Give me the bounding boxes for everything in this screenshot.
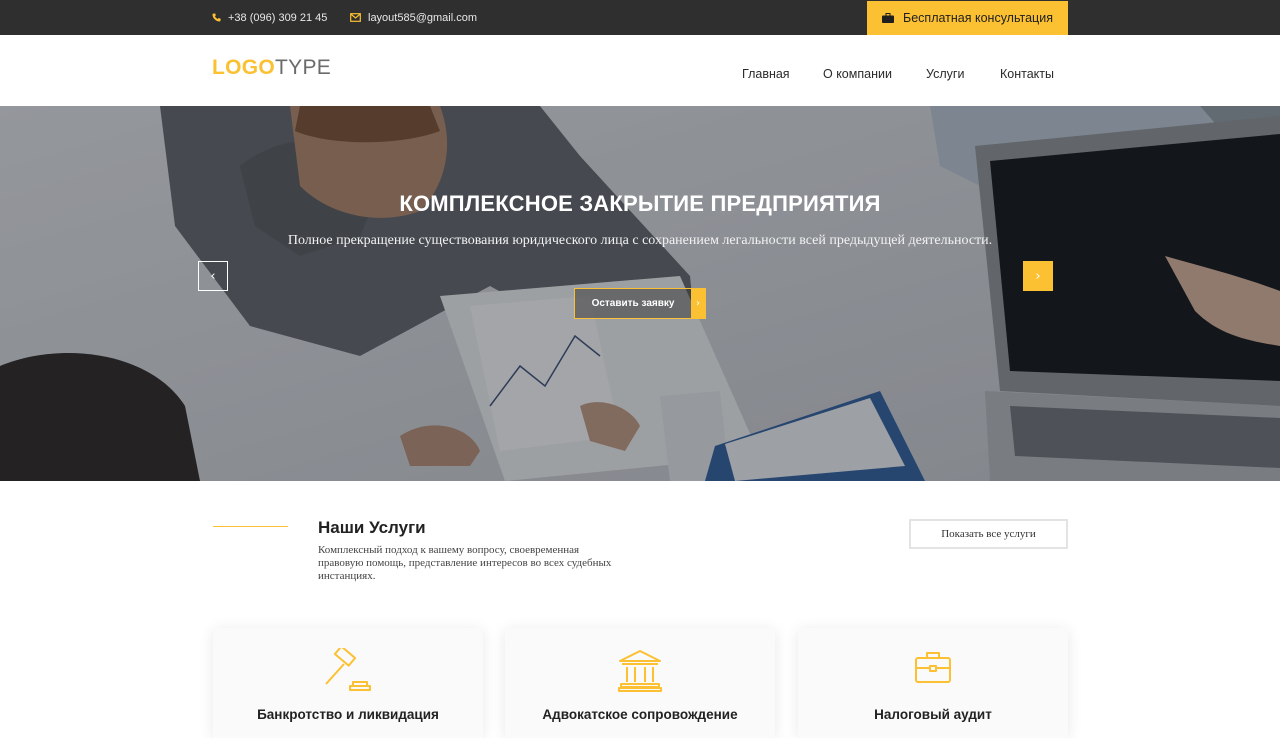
phone-contact[interactable]: +38 (096) 309 21 45 xyxy=(212,0,327,35)
submit-request-button[interactable]: Оставить заявку › xyxy=(574,288,706,319)
briefcase-icon xyxy=(915,652,951,683)
phone-number: +38 (096) 309 21 45 xyxy=(228,11,328,24)
chevron-right-icon: › xyxy=(691,289,705,318)
nav-about[interactable]: О компании xyxy=(823,67,892,81)
logo-text: TYPE xyxy=(275,56,332,79)
top-bar: +38 (096) 309 21 45 layout585@gmail.com … xyxy=(0,0,1280,35)
email-address: layout585@gmail.com xyxy=(368,11,477,24)
email-contact[interactable]: layout585@gmail.com xyxy=(350,0,477,35)
services-description: Комплексный подход к вашему вопросу, сво… xyxy=(318,544,612,582)
briefcase-icon xyxy=(882,13,895,23)
service-card-title: Налоговый аудит xyxy=(874,707,992,722)
gavel-icon xyxy=(325,648,371,691)
hero-subtitle: Полное прекращение существования юридиче… xyxy=(287,233,993,248)
hero-slider: КОМПЛЕКСНОЕ ЗАКРЫТИЕ ПРЕДПРИЯТИЯ Полное … xyxy=(0,106,1280,481)
nav-contacts[interactable]: Контакты xyxy=(1000,67,1054,81)
hero-title: КОМПЛЕКСНОЕ ЗАКРЫТИЕ ПРЕДПРИЯТИЯ xyxy=(399,191,881,216)
service-card-bankruptcy[interactable]: Банкротство и ликвидация xyxy=(213,628,483,738)
service-card-legal-support[interactable]: Адвокатское сопровождение xyxy=(505,628,775,738)
chevron-right-icon: › xyxy=(1035,268,1041,284)
logo[interactable]: LOGOTYPE xyxy=(212,56,331,80)
section-accent-line xyxy=(213,526,288,527)
slider-prev-button[interactable]: ‹ xyxy=(198,261,228,291)
free-consultation-button[interactable]: Бесплатная консультация xyxy=(867,1,1068,35)
slider-next-button[interactable]: › xyxy=(1023,261,1053,291)
service-card-title: Адвокатское сопровождение xyxy=(542,707,738,722)
phone-icon xyxy=(212,13,221,22)
site-header: LOGOTYPE Главная О компании Услуги Конта… xyxy=(0,35,1280,106)
nav-home[interactable]: Главная xyxy=(742,67,790,81)
envelope-icon xyxy=(350,13,361,22)
chevron-left-icon: ‹ xyxy=(210,268,216,284)
service-card-tax-audit[interactable]: Налоговый аудит xyxy=(798,628,1068,738)
show-all-services-button[interactable]: Показать все услуги xyxy=(909,519,1068,549)
courthouse-icon xyxy=(618,650,662,692)
service-card-title: Банкротство и ликвидация xyxy=(257,707,439,722)
nav-services[interactable]: Услуги xyxy=(926,67,964,81)
services-title: Наши Услуги xyxy=(318,518,426,537)
free-consultation-label: Бесплатная консультация xyxy=(903,11,1053,25)
submit-request-label: Оставить заявку xyxy=(575,289,691,318)
logo-text-accent: LOGO xyxy=(212,56,276,79)
